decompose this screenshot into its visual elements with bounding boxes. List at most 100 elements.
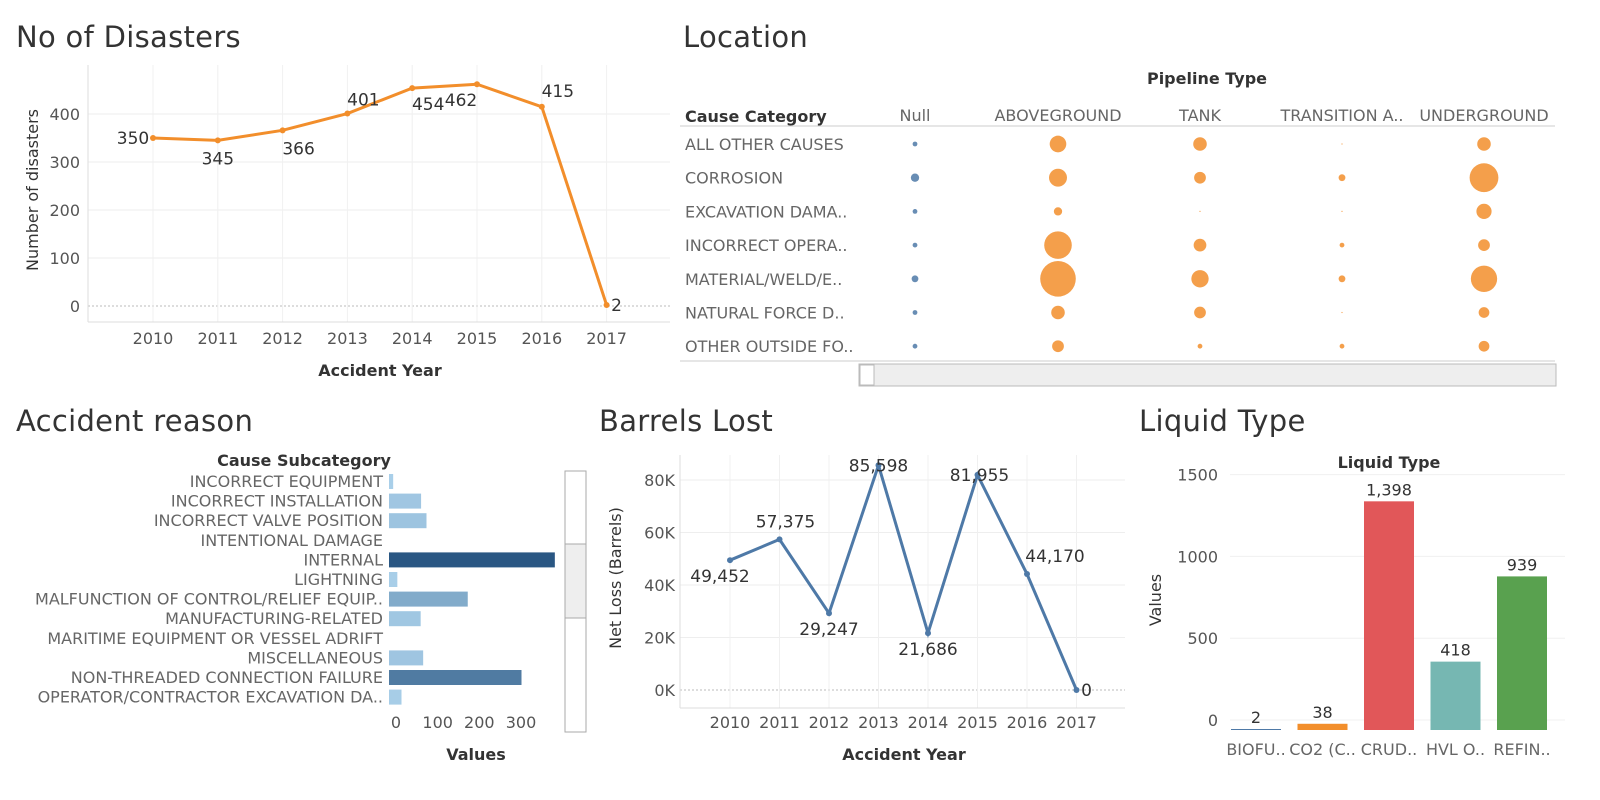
bar[interactable] xyxy=(389,650,424,666)
category-label: INTENTIONAL DAMAGE xyxy=(201,531,384,550)
x-tick-label: CO2 (C.. xyxy=(1289,740,1356,759)
x-tick-label: 2017 xyxy=(586,329,627,348)
x-axis-title: Values xyxy=(446,745,506,764)
data-point xyxy=(1024,571,1030,578)
data-label: 401 xyxy=(347,91,379,111)
y-tick-label: 60K xyxy=(644,524,675,543)
y-axis-title: Values xyxy=(1146,574,1165,626)
x-tick-label: 2011 xyxy=(759,713,800,732)
bar[interactable] xyxy=(1297,723,1348,730)
bar[interactable] xyxy=(1364,501,1414,730)
y-tick-label: 0 xyxy=(1208,711,1218,730)
bar[interactable] xyxy=(389,513,427,529)
data-point xyxy=(344,110,351,117)
row-label: OTHER OUTSIDE FO.. xyxy=(685,337,854,356)
bar[interactable] xyxy=(389,572,398,587)
x-tick-label: 0 xyxy=(391,713,401,732)
data-point xyxy=(603,302,610,309)
bubble xyxy=(1470,265,1498,292)
data-label: 462 xyxy=(445,91,477,111)
bubble xyxy=(1051,305,1065,320)
y-axis-title: Net Loss (Barrels) xyxy=(606,507,625,649)
bar[interactable] xyxy=(1430,661,1481,730)
panel-title-location: Location xyxy=(683,20,809,54)
bar[interactable] xyxy=(389,474,394,489)
data-label: 57,375 xyxy=(756,512,815,532)
category-label: MARITIME EQUIPMENT OR VESSEL ADRIFT xyxy=(47,629,383,648)
barrels-line-chart: 0K 20K 40K 60K 80K 2010 2011 2012 2013 2014 2015 20… xyxy=(606,455,1125,764)
x-tick-label: 2012 xyxy=(262,329,303,348)
data-point xyxy=(1073,687,1080,693)
bar[interactable] xyxy=(389,670,522,685)
panel-title-barrels: Barrels Lost xyxy=(599,404,774,438)
scrollbar-thumb[interactable] xyxy=(564,543,587,619)
y-tick-label: 0 xyxy=(70,297,80,316)
data-label: 366 xyxy=(282,139,314,159)
series-line xyxy=(152,82,609,306)
bar[interactable] xyxy=(389,591,468,607)
bubble xyxy=(1197,343,1203,349)
bubble xyxy=(1478,307,1490,318)
x-tick-label: 2016 xyxy=(1007,713,1048,732)
cause-subcategory-header: Cause Subcategory xyxy=(217,451,391,470)
y-tick-label: 200 xyxy=(49,201,80,220)
data-label: 85,598 xyxy=(849,456,908,476)
x-tick-label: 2015 xyxy=(957,713,998,732)
category-label: OPERATOR/CONTRACTOR EXCAVATION DA.. xyxy=(38,688,383,707)
data-point xyxy=(409,85,416,92)
y-tick-label: 1000 xyxy=(1177,547,1218,566)
bubble xyxy=(1052,340,1064,353)
bar[interactable] xyxy=(1497,576,1547,730)
data-point xyxy=(214,137,221,144)
pipeline-type-title: Pipeline Type xyxy=(1147,69,1267,88)
data-label: 38 xyxy=(1312,703,1332,722)
x-tick-label: 2014 xyxy=(392,329,433,348)
bubble xyxy=(1049,135,1067,153)
bar[interactable] xyxy=(389,493,422,509)
location-bubble-chart: Pipeline Type Cause Category Null ABOVEGROU… xyxy=(680,69,1557,387)
column-header: TRANSITION A.. xyxy=(1279,106,1403,125)
column-header: Null xyxy=(900,106,931,125)
category-label: INCORRECT INSTALLATION xyxy=(171,492,383,511)
bubble xyxy=(1199,210,1201,212)
category-label: NON-THREADED CONNECTION FAILURE xyxy=(71,668,383,687)
row-label: NATURAL FORCE D.. xyxy=(685,304,845,323)
bubble xyxy=(1040,261,1076,297)
data-label: 939 xyxy=(1507,555,1538,574)
x-tick-label: HVL O.. xyxy=(1426,740,1485,759)
bubble xyxy=(1477,137,1491,151)
bar[interactable] xyxy=(1231,729,1281,730)
category-label: MALFUNCTION OF CONTROL/RELIEF EQUIP.. xyxy=(35,590,383,609)
data-label: 345 xyxy=(202,149,234,169)
x-tick-label: CRUD.. xyxy=(1361,740,1418,759)
y-tick-label: 300 xyxy=(49,153,80,172)
x-tick-label: 2013 xyxy=(327,329,368,348)
bubble xyxy=(1193,238,1207,252)
category-label: INCORRECT VALVE POSITION xyxy=(154,511,383,530)
data-label: 454 xyxy=(412,95,444,115)
horizontal-scrollbar[interactable] xyxy=(858,363,1557,387)
disasters-line-chart: 0 100 200 300 400 2010 2011 2012 2013 2014 2015 201… xyxy=(23,65,670,380)
category-label: INTERNAL xyxy=(303,550,383,569)
x-tick-label: 200 xyxy=(464,713,495,732)
y-tick-label: 40K xyxy=(644,576,675,595)
bar[interactable] xyxy=(389,611,421,627)
bubble xyxy=(911,275,919,283)
bubble xyxy=(1478,340,1490,352)
x-tick-label: 100 xyxy=(422,713,453,732)
bubble xyxy=(1194,306,1206,319)
bubble xyxy=(912,310,918,315)
bar[interactable] xyxy=(389,689,402,705)
bubble xyxy=(1469,163,1499,193)
data-label: 49,452 xyxy=(690,567,749,587)
column-header: TANK xyxy=(1178,106,1221,125)
y-tick-label: 0K xyxy=(654,681,675,700)
bubble xyxy=(1341,210,1343,212)
panel-title-liquid: Liquid Type xyxy=(1139,404,1306,438)
x-tick-label: 2013 xyxy=(858,713,899,732)
bubble xyxy=(1338,275,1346,283)
bubble xyxy=(1341,311,1343,314)
bar[interactable] xyxy=(389,552,555,568)
scrollbar-thumb[interactable] xyxy=(859,364,875,386)
bubble xyxy=(1338,174,1346,182)
